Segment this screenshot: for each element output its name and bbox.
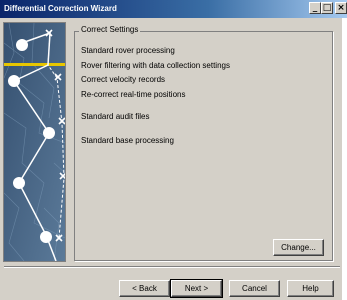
help-button[interactable]: Help — [287, 280, 334, 297]
list-item: Correct velocity records — [81, 75, 166, 84]
list-item: Standard rover processing — [81, 46, 175, 55]
wizard-window: Differential Correction Wizard _ □ × Cor… — [0, 0, 347, 300]
next-button[interactable]: Next > — [170, 279, 223, 298]
wizard-side-image — [3, 22, 66, 262]
divider — [4, 266, 340, 268]
list-item: Rover filtering with data collection set… — [81, 61, 230, 70]
list-item: Re-correct real-time positions — [81, 90, 186, 99]
minimize-button[interactable]: _ — [309, 2, 321, 14]
cancel-button[interactable]: Cancel — [229, 280, 280, 297]
change-button[interactable]: Change... — [273, 239, 324, 256]
close-button[interactable]: × — [335, 2, 347, 14]
list-item: Standard base processing — [81, 136, 174, 145]
maximize-button[interactable]: □ — [321, 2, 333, 14]
title-bar[interactable]: Differential Correction Wizard _ □ × — [0, 0, 347, 18]
window-edge — [342, 18, 347, 300]
back-button[interactable]: < Back — [119, 280, 170, 297]
list-item: Standard audit files — [81, 112, 150, 121]
window-title: Differential Correction Wizard — [4, 4, 117, 13]
group-legend: Correct Settings — [79, 25, 141, 34]
